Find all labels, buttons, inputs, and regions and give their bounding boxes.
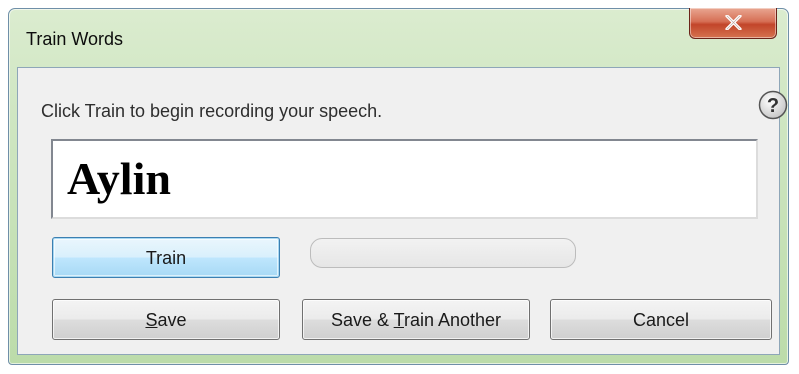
instruction-text: Click Train to begin recording your spee… bbox=[41, 101, 383, 121]
training-word: Aylin bbox=[67, 153, 171, 204]
train-words-window: Train Words ? Click Train to begin recor… bbox=[8, 8, 789, 365]
save-train-label-suffix: rain Another bbox=[403, 309, 502, 330]
help-icon[interactable]: ? bbox=[758, 90, 788, 120]
save-mnemonic: S bbox=[145, 309, 158, 330]
save-label-suffix: ave bbox=[157, 309, 187, 330]
svg-text:?: ? bbox=[767, 95, 779, 117]
save-train-label-prefix: Save & bbox=[330, 309, 394, 330]
title-bar[interactable]: Train Words bbox=[9, 8, 788, 67]
save-and-train-another-button[interactable]: Save & Train Another bbox=[302, 299, 530, 340]
window-title: Train Words bbox=[26, 29, 124, 49]
save-train-mnemonic: T bbox=[393, 309, 404, 330]
close-button[interactable] bbox=[689, 8, 777, 39]
recording-progress-bar bbox=[310, 238, 576, 268]
word-display: Aylin bbox=[51, 139, 758, 219]
save-button[interactable]: Save bbox=[52, 299, 280, 340]
cancel-button[interactable]: Cancel bbox=[550, 299, 772, 340]
close-icon bbox=[725, 15, 742, 30]
train-button[interactable]: Train bbox=[52, 237, 280, 278]
dialog-body: ? Click Train to begin recording your sp… bbox=[17, 67, 788, 355]
